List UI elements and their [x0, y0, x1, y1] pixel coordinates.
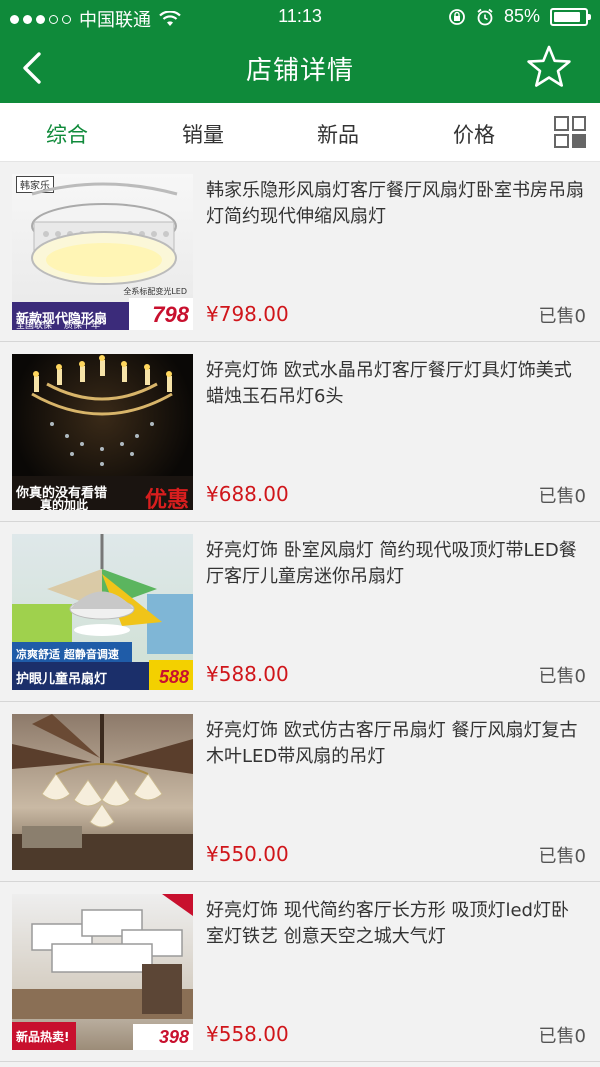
- product-list: 韩家乐 全系标配变光LED 新款现代隐形扇 全国联保 质保十年 798 韩家乐隐…: [0, 162, 600, 1062]
- grid-view-icon[interactable]: [554, 116, 586, 148]
- image-price-tag: 798: [129, 298, 193, 330]
- image-sub-text: 护眼儿童吊扇灯: [16, 672, 108, 687]
- product-price: ¥558.00: [206, 1022, 289, 1046]
- sold-count: 已售0: [538, 306, 586, 327]
- product-name: 韩家乐隐形风扇灯客厅餐厅风扇灯卧室书房吊扇灯简约现代伸缩风扇灯: [206, 180, 584, 227]
- sold-count: 已售0: [538, 486, 586, 507]
- product-name: 好亮灯饰 欧式仿古客厅吊扇灯 餐厅风扇灯复古木叶LED带风扇的吊灯: [206, 720, 578, 767]
- battery-icon: [550, 7, 591, 26]
- product-image: 新品热卖! 398: [12, 894, 193, 1050]
- tab-new[interactable]: 新品: [317, 119, 359, 149]
- alarm-icon: [477, 8, 493, 25]
- image-sub-text-2: 质保十年: [64, 321, 101, 330]
- product-image: [12, 714, 193, 870]
- favorite-star-icon[interactable]: [526, 44, 572, 90]
- rotation-lock-icon: [449, 8, 465, 25]
- image-price-tag-text: 398: [158, 1027, 189, 1047]
- tab-sales[interactable]: 销量: [182, 119, 224, 149]
- page-title: 店铺详情: [245, 56, 354, 86]
- status-bar: 中国联通 11:13 85%: [0, 0, 600, 34]
- nav-bar: 店铺详情: [0, 34, 600, 103]
- image-price-tag-text: 588: [158, 667, 189, 687]
- sold-count: 已售0: [538, 846, 586, 867]
- product-item[interactable]: 新品热卖! 398 好亮灯饰 现代简约客厅长方形 吸顶灯led灯卧室灯铁艺 创意…: [0, 882, 600, 1062]
- product-price: ¥550.00: [206, 842, 289, 866]
- image-price-tag: 588: [149, 660, 193, 690]
- product-price: ¥688.00: [206, 482, 289, 506]
- image-banner-text: 凉爽舒适 超静音调速: [16, 648, 119, 661]
- product-image: 凉爽舒适 超静音调速 护眼儿童吊扇灯 588: [12, 534, 193, 690]
- image-feature-text: 全系标配变光LED: [123, 287, 187, 296]
- image-sub-banner: 凉爽舒适 超静音调速: [12, 642, 132, 664]
- product-item[interactable]: 凉爽舒适 超静音调速 护眼儿童吊扇灯 588 好亮灯饰 卧室风扇灯 简约现代吸顶…: [0, 522, 600, 702]
- sort-tabs: 综合 销量 新品 价格: [0, 103, 600, 162]
- app-header: 中国联通 11:13 85% 店铺详情: [0, 0, 600, 103]
- battery-percent: 85%: [503, 6, 540, 26]
- status-right: 85%: [448, 6, 591, 27]
- product-price: ¥588.00: [206, 662, 289, 686]
- tab-comprehensive[interactable]: 综合: [46, 119, 88, 149]
- image-price-tag-text: 798: [152, 302, 189, 327]
- product-image: 韩家乐 全系标配变光LED 新款现代隐形扇 全国联保 质保十年 798: [12, 174, 193, 330]
- image-banner: 护眼儿童吊扇灯: [12, 662, 152, 690]
- image-banner: 新品热卖!: [12, 1022, 76, 1050]
- product-item[interactable]: 你真的没有看错 真的加此 优惠 好亮灯饰 欧式水晶吊灯客厅餐厅灯具灯饰美式蜡烛玉…: [0, 342, 600, 522]
- product-price: ¥798.00: [206, 302, 289, 326]
- image-price-tag: 398: [133, 1024, 193, 1050]
- product-name: 好亮灯饰 现代简约客厅长方形 吸顶灯led灯卧室灯铁艺 创意天空之城大气灯: [206, 900, 569, 947]
- image-sub-text: 全国联保: [16, 321, 53, 330]
- product-item[interactable]: 韩家乐 全系标配变光LED 新款现代隐形扇 全国联保 质保十年 798 韩家乐隐…: [0, 162, 600, 342]
- image-banner-text: 新品热卖!: [16, 1030, 70, 1044]
- product-name: 好亮灯饰 卧室风扇灯 简约现代吸顶灯带LED餐厅客厅儿童房迷你吊扇灯: [206, 540, 577, 587]
- sold-count: 已售0: [538, 1026, 586, 1047]
- product-item[interactable]: 好亮灯饰 欧式仿古客厅吊扇灯 餐厅风扇灯复古木叶LED带风扇的吊灯 ¥550.0…: [0, 702, 600, 882]
- image-sub-text: 真的加此: [40, 498, 89, 510]
- image-price-tag-text: 优惠: [144, 487, 189, 510]
- tab-price[interactable]: 价格: [453, 119, 495, 149]
- product-name: 好亮灯饰 欧式水晶吊灯客厅餐厅灯具灯饰美式蜡烛玉石吊灯6头: [206, 360, 572, 407]
- sold-count: 已售0: [538, 666, 586, 687]
- product-image: 你真的没有看错 真的加此 优惠: [12, 354, 193, 510]
- image-banner: 你真的没有看错 真的加此 优惠: [12, 476, 193, 510]
